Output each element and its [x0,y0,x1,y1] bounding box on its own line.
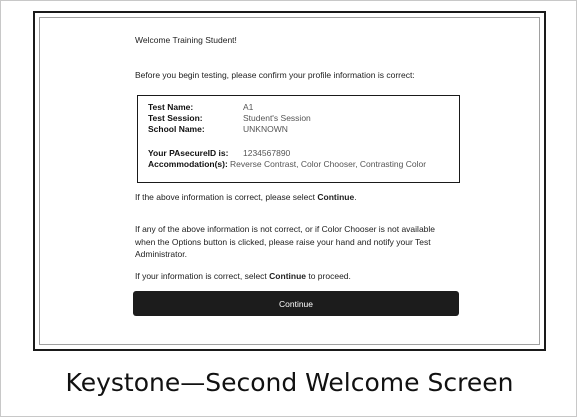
pasecure-id-row: Your PAsecureID is: 1234567890 [148,148,290,158]
info-line: when the Options button is clicked, plea… [135,236,431,247]
incorrect-info-text: If any of the above information is not c… [135,223,435,261]
school-name-value: UNKNOWN [243,124,288,134]
pasecure-id-value: 1234567890 [243,148,291,158]
info-line: If any of the above information is not c… [135,224,436,234]
confirm-text: If the above information is correct, ple… [135,192,357,202]
accommodations-value: Reverse Contrast, Color Chooser, Contras… [230,159,427,169]
test-session-value: Student's Session [243,113,311,123]
accommodations-row: Accommodation(s): Reverse Contrast, Color… [148,159,426,169]
school-name-row: School Name: UNKNOWN [148,124,288,134]
intro-text: Before you begin testing, please confirm… [135,70,415,80]
test-name-label: Test Name: [148,102,194,112]
continue-button[interactable]: Continue [133,291,459,316]
welcome-screen: Welcome Training Student! Before you beg… [33,11,546,351]
pasecure-id-label: Your PAsecureID is: [148,148,229,158]
proceed-text: If your information is correct, select C… [135,271,351,281]
test-session-row: Test Session: Student's Session [148,113,311,123]
welcome-heading: Welcome Training Student! [135,35,237,45]
school-name-label: School Name: [148,124,205,134]
accommodations-label: Accommodation(s): [148,159,228,169]
figure-caption: Keystone—Second Welcome Screen [65,368,514,397]
info-line: Administrator. [135,249,187,259]
test-session-label: Test Session: [148,113,203,123]
test-name-value: A1 [243,102,254,112]
profile-info-box: Test Name: A1 Test Session: Student's Sess… [137,95,460,183]
proceed-continue-emphasis: Continue [269,271,306,281]
test-name-row: Test Name: A1 [148,102,253,112]
confirm-continue-emphasis: Continue [317,192,355,202]
